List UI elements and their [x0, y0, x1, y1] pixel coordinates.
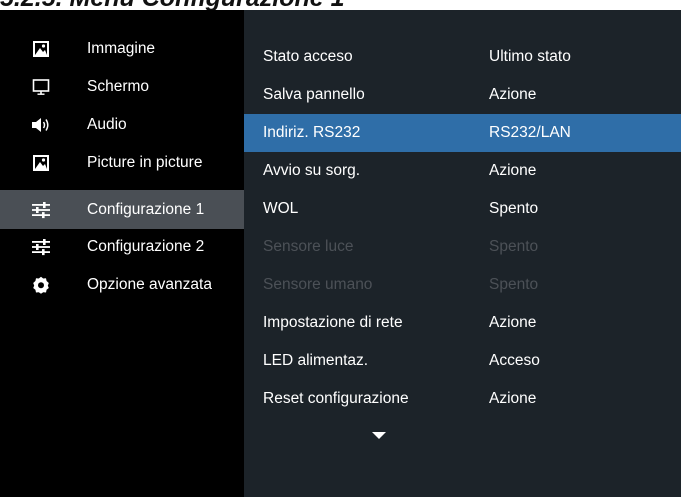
setting-label: LED alimentaz. — [263, 352, 369, 369]
setting-row-impostazione-di-rete[interactable]: Impostazione di rete Azione — [244, 304, 681, 342]
setting-label: Impostazione di rete — [263, 314, 403, 331]
setting-value: Azione — [489, 390, 537, 407]
sidebar-item-immagine[interactable]: Immagine — [0, 30, 244, 68]
setting-label: Reset configurazione — [263, 390, 409, 407]
setting-value: Azione — [489, 314, 537, 331]
sidebar-item-label: Configurazione 1 — [87, 200, 205, 218]
page-heading: 5.2.5. Menu Configurazione 1 — [0, 0, 681, 11]
sidebar-item-label: Immagine — [87, 40, 156, 57]
sidebar-item-label: Opzione avanzata — [87, 276, 212, 293]
sliders-icon — [31, 200, 51, 220]
setting-row-stato-acceso[interactable]: Stato acceso Ultimo stato — [244, 38, 681, 76]
setting-value: Spento — [489, 238, 539, 255]
setting-value: Acceso — [489, 352, 540, 369]
setting-value: Spento — [489, 200, 539, 217]
setting-value: Ultimo stato — [489, 48, 571, 65]
picture-icon — [31, 153, 51, 173]
setting-label: WOL — [263, 200, 299, 217]
setting-value: Azione — [489, 86, 537, 103]
sidebar-item-label: Picture in picture — [87, 154, 203, 171]
setting-value: Azione — [489, 162, 537, 179]
monitor-icon — [31, 77, 51, 97]
setting-row-salva-pannello[interactable]: Salva pannello Azione — [244, 76, 681, 114]
setting-row-indiriz-rs232[interactable]: Indiriz. RS232 RS232/LAN — [244, 114, 681, 152]
setting-value: Spento — [489, 276, 539, 293]
sidebar-item-label: Configurazione 2 — [87, 238, 205, 255]
setting-label: Indiriz. RS232 — [263, 124, 361, 141]
setting-row-reset-configurazione[interactable]: Reset configurazione Azione — [244, 380, 681, 418]
setting-row-avvio-su-sorg[interactable]: Avvio su sorg. Azione — [244, 152, 681, 190]
gear-icon — [31, 275, 51, 295]
sidebar-item-configurazione-2[interactable]: Configurazione 2 — [0, 228, 244, 266]
setting-row-led-alimentaz[interactable]: LED alimentaz. Acceso — [244, 342, 681, 380]
sidebar: Immagine Schermo Audio Picture in pictur… — [0, 10, 244, 497]
sidebar-item-opzione-avanzata[interactable]: Opzione avanzata — [0, 266, 244, 304]
sidebar-item-configurazione-1[interactable]: Configurazione 1 — [0, 190, 244, 229]
setting-label: Avvio su sorg. — [263, 162, 361, 179]
sidebar-item-label: Audio — [87, 116, 127, 133]
speaker-icon — [31, 115, 51, 135]
sliders-icon — [31, 237, 51, 257]
settings-panel: Stato acceso Ultimo stato Salva pannello… — [244, 10, 681, 497]
setting-value: RS232/LAN — [489, 124, 571, 141]
setting-row-sensore-umano: Sensore umano Spento — [244, 266, 681, 304]
sidebar-item-schermo[interactable]: Schermo — [0, 68, 244, 106]
sidebar-item-audio[interactable]: Audio — [0, 106, 244, 144]
picture-icon — [31, 39, 51, 59]
setting-label: Stato acceso — [263, 48, 353, 65]
setting-row-wol[interactable]: WOL Spento — [244, 190, 681, 228]
osd-menu: Immagine Schermo Audio Picture in pictur… — [0, 10, 681, 497]
sidebar-item-label: Schermo — [87, 78, 150, 95]
setting-row-sensore-luce: Sensore luce Spento — [244, 228, 681, 266]
setting-label: Sensore luce — [263, 238, 354, 255]
setting-label: Salva pannello — [263, 86, 365, 103]
setting-label: Sensore umano — [263, 276, 373, 293]
chevron-down-icon[interactable] — [372, 432, 386, 439]
sidebar-item-picture-in-picture[interactable]: Picture in picture — [0, 144, 244, 182]
